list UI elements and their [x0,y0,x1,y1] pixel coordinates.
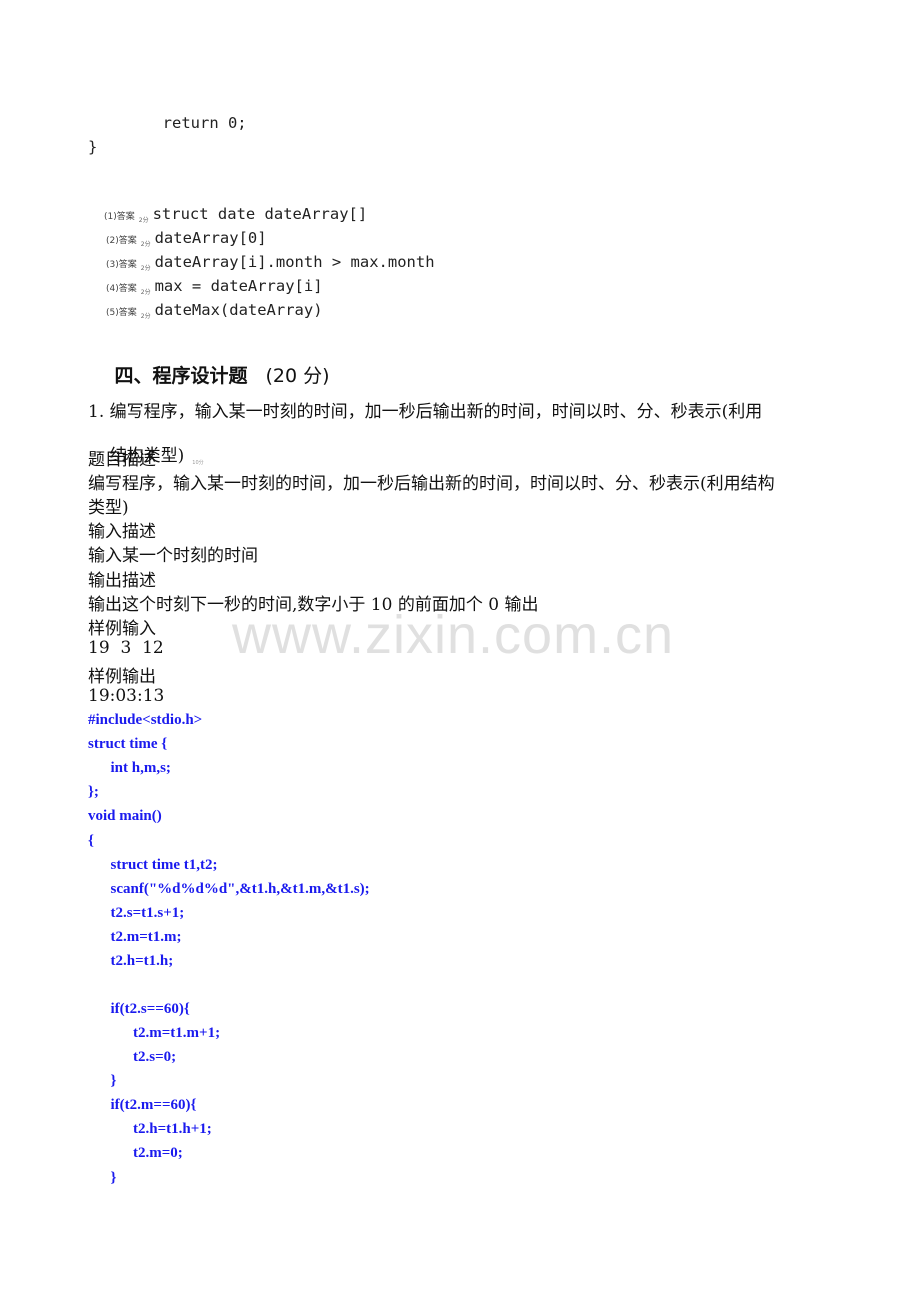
desc-line-2: 类型) [88,498,129,518]
output-label: 输出描述 [88,571,156,591]
code-line: } [88,1073,117,1089]
code-line: #include<stdio.h> [88,712,203,728]
code-line: } [88,1170,117,1186]
code-line: t2.m=t1.m; [88,929,182,945]
answer-points: 2分 [140,313,151,320]
code-line: if(t2.m==60){ [88,1097,197,1113]
code-line: void main() [88,808,162,824]
output-text: 输出这个时刻下一秒的时间,数字小于 10 的前面加个 0 输出 [88,595,539,615]
answer-item: (5)答案 2分 dateMax(dateArray) [90,283,323,338]
code-line: t2.m=t1.m+1; [88,1025,221,1041]
question-line-1: 1. 编写程序，输入某一时刻的时间，加一秒后输出新的时间，时间以时、分、秒表示(… [88,402,763,422]
desc-line-1: 编写程序，输入某一时刻的时间，加一秒后输出新的时间，时间以时、分、秒表示(利用结… [88,474,775,494]
answer-tag: (5)答案 [106,308,137,318]
code-line-return: return 0; [88,114,247,132]
code-line: if(t2.s==60){ [88,1001,190,1017]
code-line: scanf("%d%d%d",&t1.h,&t1.m,&t1.s); [88,881,370,897]
input-label: 输入描述 [88,522,156,542]
section-title: 四、程序设计题 [114,365,248,387]
document-page: www.zixin.com.cn return 0; } (1)答案 2分 stru… [0,0,920,1302]
code-line: t2.h=t1.h+1; [88,1121,212,1137]
sample-input-label: 样例输入 [88,619,156,639]
code-line: t2.m=0; [88,1145,183,1161]
code-line: }; [88,784,99,800]
sample-output-label: 样例输出 [88,667,156,687]
code-line: t2.s=t1.s+1; [88,905,185,921]
answer-text: dateMax(dateArray) [154,301,323,319]
section-points: (20 分) [265,365,330,387]
question-points-mark: 10分 [192,460,204,466]
code-line-close-brace: } [88,138,98,156]
code-line: t2.s=0; [88,1049,177,1065]
code-line: struct time { [88,736,168,752]
sample-input: 19 3 12 [88,638,164,658]
code-line: { [88,833,94,849]
sample-output: 19:03:13 [88,686,165,706]
code-line: t2.h=t1.h; [88,953,174,969]
code-line: struct time t1,t2; [88,857,218,873]
desc-label: 题目描述 [88,450,156,470]
code-line: int h,m,s; [88,760,171,776]
input-text: 输入某一个时刻的时间 [88,546,258,566]
